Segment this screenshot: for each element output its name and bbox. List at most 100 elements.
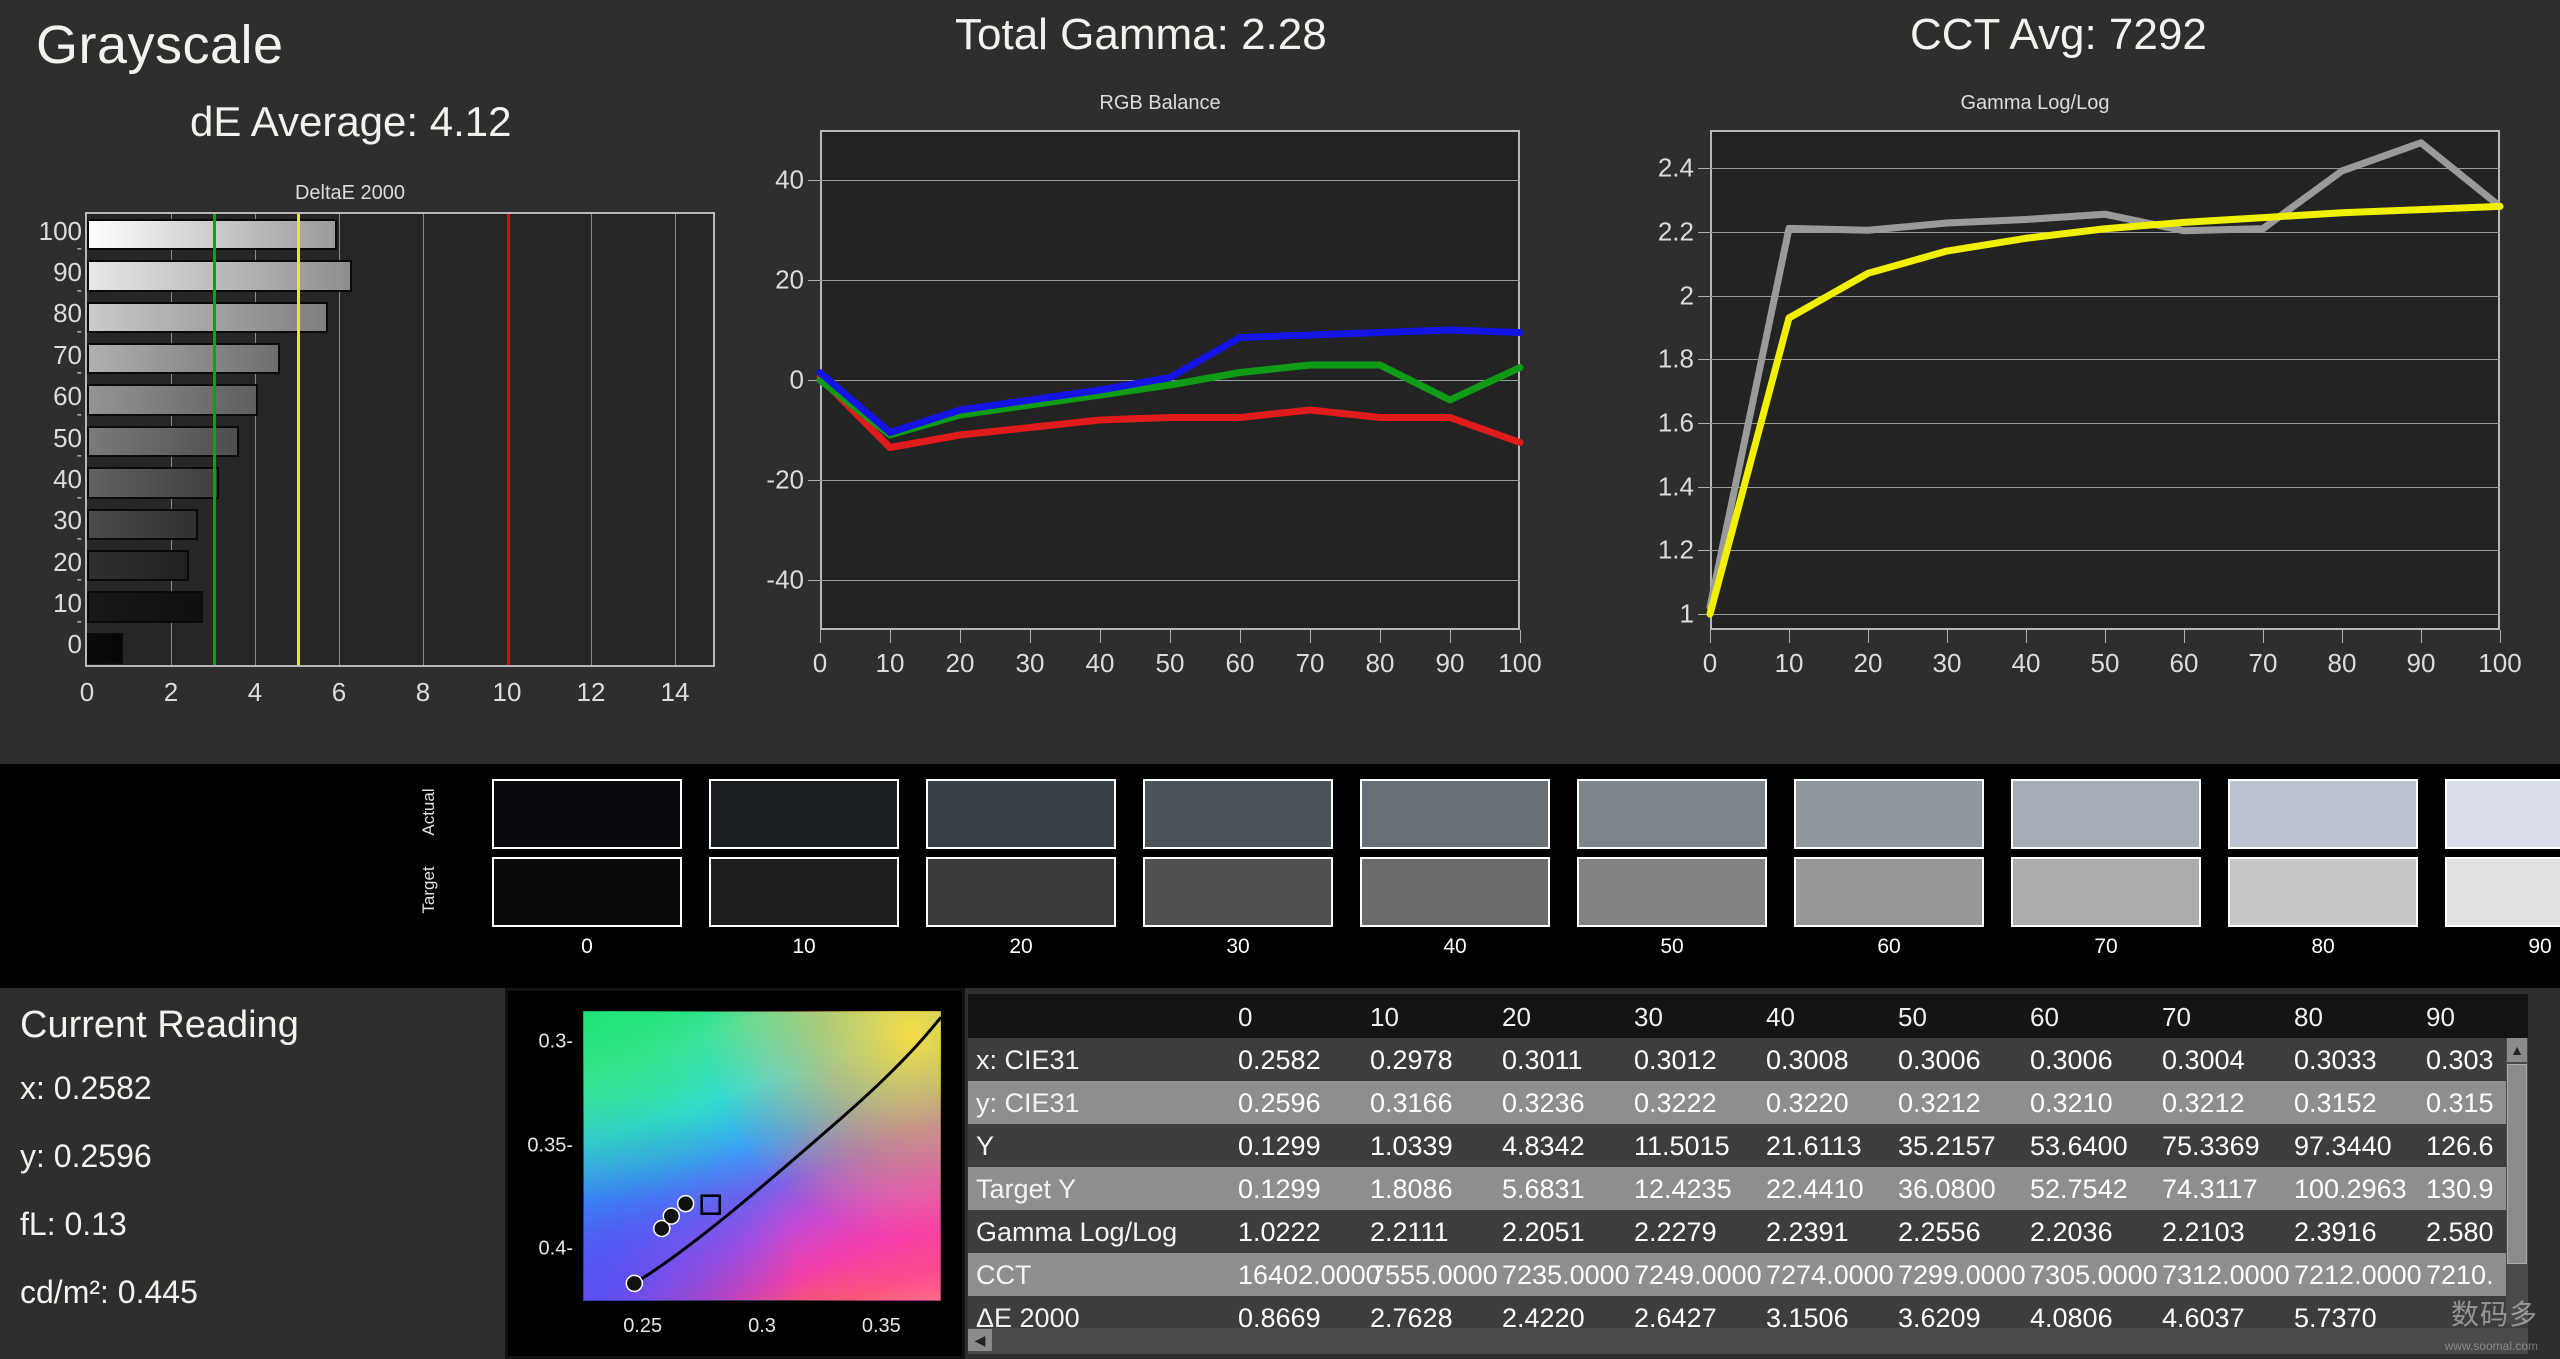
target-patch[interactable] bbox=[2228, 857, 2418, 927]
bottom-readout-panel: Current Reading x: 0.2582 y: 0.2596 fL: … bbox=[0, 988, 2560, 1359]
deltae-bar bbox=[87, 632, 124, 665]
actual-patch[interactable] bbox=[1143, 779, 1333, 849]
actual-patch[interactable] bbox=[492, 779, 682, 849]
table-cell: 0.2978 bbox=[1370, 1045, 1453, 1075]
table-cell: 0.3212 bbox=[1898, 1088, 1981, 1118]
table-column-header[interactable]: 20 bbox=[1502, 1002, 1531, 1033]
current-reading-fl: fL: 0.13 bbox=[20, 1206, 127, 1242]
table-column-header[interactable]: 30 bbox=[1634, 1002, 1663, 1033]
table-horizontal-scrollbar[interactable]: ◀ bbox=[968, 1328, 2528, 1354]
de-average-readout: dE Average: 4.12 bbox=[190, 98, 512, 145]
table-cell: 7312.0000 bbox=[2162, 1260, 2290, 1290]
actual-patch[interactable] bbox=[2011, 779, 2201, 849]
deltae-gridline bbox=[423, 214, 424, 665]
actual-patch[interactable] bbox=[1577, 779, 1767, 849]
actual-patch[interactable] bbox=[1360, 779, 1550, 849]
table-cell: 130.9 bbox=[2426, 1174, 2494, 1204]
table-column-header[interactable]: 90 bbox=[2426, 1002, 2455, 1033]
deltae-bar bbox=[87, 425, 240, 458]
table-cell: 2.2103 bbox=[2162, 1217, 2245, 1247]
table-cell: 2.2556 bbox=[1898, 1217, 1981, 1247]
table-cell: 0.3212 bbox=[2162, 1088, 2245, 1118]
table-cell: 75.3369 bbox=[2162, 1131, 2260, 1161]
table-cell: 2.2051 bbox=[1502, 1217, 1585, 1247]
table-cell: 16402.0000 bbox=[1238, 1260, 1381, 1290]
table-column-header[interactable]: 50 bbox=[1898, 1002, 1927, 1033]
table-cell: 0.3008 bbox=[1766, 1045, 1849, 1075]
target-patch[interactable] bbox=[1577, 857, 1767, 927]
deltae-gridline bbox=[675, 214, 676, 665]
table-cell: 35.2157 bbox=[1898, 1131, 1996, 1161]
cie-chromaticity-chart[interactable]: 0.4- 0.35- 0.3- 0.25 0.3 0.35 bbox=[505, 988, 965, 1359]
table-row[interactable]: x: CIE31 0.2582 0.2978 0.3011 0.3012 0.3008 0.… bbox=[968, 1038, 2528, 1081]
actual-patch[interactable] bbox=[2445, 779, 2560, 849]
table-cell: 53.6400 bbox=[2030, 1131, 2128, 1161]
table-row[interactable]: Target Y 0.1299 1.8086 5.6831 12.4235 22.4410… bbox=[968, 1167, 2528, 1210]
table-cell: 0.3033 bbox=[2294, 1045, 2377, 1075]
target-patch[interactable] bbox=[1360, 857, 1550, 927]
table-cell: 0.3004 bbox=[2162, 1045, 2245, 1075]
grayscale-patch-strip: ActualTarget0102030405060708090100 bbox=[0, 764, 2560, 988]
scroll-up-arrow[interactable]: ▲ bbox=[2507, 1038, 2527, 1062]
scroll-left-arrow[interactable]: ◀ bbox=[968, 1329, 992, 1351]
table-cell: 2.2391 bbox=[1766, 1217, 1849, 1247]
table-cell: 1.0339 bbox=[1370, 1131, 1453, 1161]
table-cell: 126.6 bbox=[2426, 1131, 2494, 1161]
deltae-2000-bar-chart[interactable]: 100-90-80-70-60-50-40-30-20-10-0 0 2 4 6 8 10 1… bbox=[30, 190, 715, 707]
table-cell: 97.3440 bbox=[2294, 1131, 2392, 1161]
deltae-x-label: 14 bbox=[660, 677, 690, 707]
table-row[interactable]: CCT 16402.0000 7555.0000 7235.0000 7249.0000… bbox=[968, 1253, 2528, 1296]
table-cell: 52.7542 bbox=[2030, 1174, 2128, 1204]
calibration-app-window: Grayscale dE Average: 4.12 Total Gamma: … bbox=[0, 0, 2560, 1359]
deltae-plot-area bbox=[85, 212, 715, 667]
deltae-y-label: 0 bbox=[67, 629, 82, 660]
table-cell: 0.3011 bbox=[1502, 1045, 1583, 1075]
actual-patch[interactable] bbox=[926, 779, 1116, 849]
table-cell: 2.3916 bbox=[2294, 1217, 2377, 1247]
actual-patch[interactable] bbox=[2228, 779, 2418, 849]
table-header-row: 0 10 20 30 40 50 60 70 80 90 bbox=[968, 994, 2528, 1038]
gamma-loglog-chart[interactable]: 1 1.2 1.4 1.6 1.8 2 2.2 2.4 0 10 20 30 40 50 60 70 80 90 1… bbox=[1580, 110, 2540, 720]
grayscale-data-table[interactable]: 0 10 20 30 40 50 60 70 80 90 x: CIE31 0.2582 0.2978 0… bbox=[968, 994, 2528, 1354]
table-row[interactable]: Gamma Log/Log 1.0222 2.2111 2.2051 2.2279 2.2… bbox=[968, 1210, 2528, 1253]
patch-level-label: 0 bbox=[581, 935, 593, 958]
patch-level-label: 10 bbox=[792, 935, 816, 958]
scroll-vertical-thumb[interactable] bbox=[2507, 1064, 2527, 1264]
patch-level-label: 20 bbox=[1009, 935, 1033, 958]
table-row[interactable]: y: CIE31 0.2596 0.3166 0.3236 0.3222 0.3220 0.… bbox=[968, 1081, 2528, 1124]
table-cell: 0.2582 bbox=[1238, 1045, 1321, 1075]
table-cell: 7305.0000 bbox=[2030, 1260, 2158, 1290]
table-column-header[interactable]: 60 bbox=[2030, 1002, 2059, 1033]
deltae-y-minor-tick: - bbox=[76, 281, 82, 299]
target-row-label: Target bbox=[419, 866, 438, 914]
target-patch[interactable] bbox=[926, 857, 1116, 927]
actual-patch[interactable] bbox=[1794, 779, 1984, 849]
deltae-bar bbox=[87, 260, 352, 292]
table-column-header[interactable]: 10 bbox=[1370, 1002, 1399, 1033]
table-cell: 100.2963 bbox=[2294, 1174, 2407, 1204]
table-row[interactable]: Y 0.1299 1.0339 4.8342 11.5015 21.6113 35.2157… bbox=[968, 1124, 2528, 1167]
table-column-header[interactable]: 80 bbox=[2294, 1002, 2323, 1033]
deltae-x-label: 12 bbox=[576, 677, 606, 707]
table-cell: 2.2036 bbox=[2030, 1217, 2113, 1247]
table-column-header[interactable]: 70 bbox=[2162, 1002, 2191, 1033]
table-cell: 0.3006 bbox=[1898, 1045, 1981, 1075]
target-patch[interactable] bbox=[492, 857, 682, 927]
table-cell: 2.580 bbox=[2426, 1217, 2494, 1247]
rgb-balance-chart[interactable]: -40 -20 0 20 40 0 10 20 30 40 50 60 70 80 90 100 bbox=[700, 110, 1570, 720]
target-patch[interactable] bbox=[2011, 857, 2201, 927]
table-column-header[interactable]: 0 bbox=[1238, 1002, 1252, 1033]
deltae-y-minor-tick: - bbox=[76, 571, 82, 589]
target-patch[interactable] bbox=[2445, 857, 2560, 927]
table-column-header[interactable]: 40 bbox=[1766, 1002, 1795, 1033]
current-reading-y: y: 0.2596 bbox=[20, 1138, 152, 1174]
actual-patch[interactable] bbox=[709, 779, 899, 849]
current-reading-title: Current Reading bbox=[20, 1004, 299, 1046]
target-patch[interactable] bbox=[709, 857, 899, 927]
target-patch[interactable] bbox=[1143, 857, 1333, 927]
table-cell: 0.315 bbox=[2426, 1088, 2494, 1118]
target-patch[interactable] bbox=[1794, 857, 1984, 927]
deltae-y-minor-tick: - bbox=[76, 447, 82, 465]
total-gamma-readout: Total Gamma: 2.28 bbox=[955, 10, 1327, 59]
table-vertical-scrollbar[interactable]: ▲ bbox=[2506, 1038, 2528, 1324]
